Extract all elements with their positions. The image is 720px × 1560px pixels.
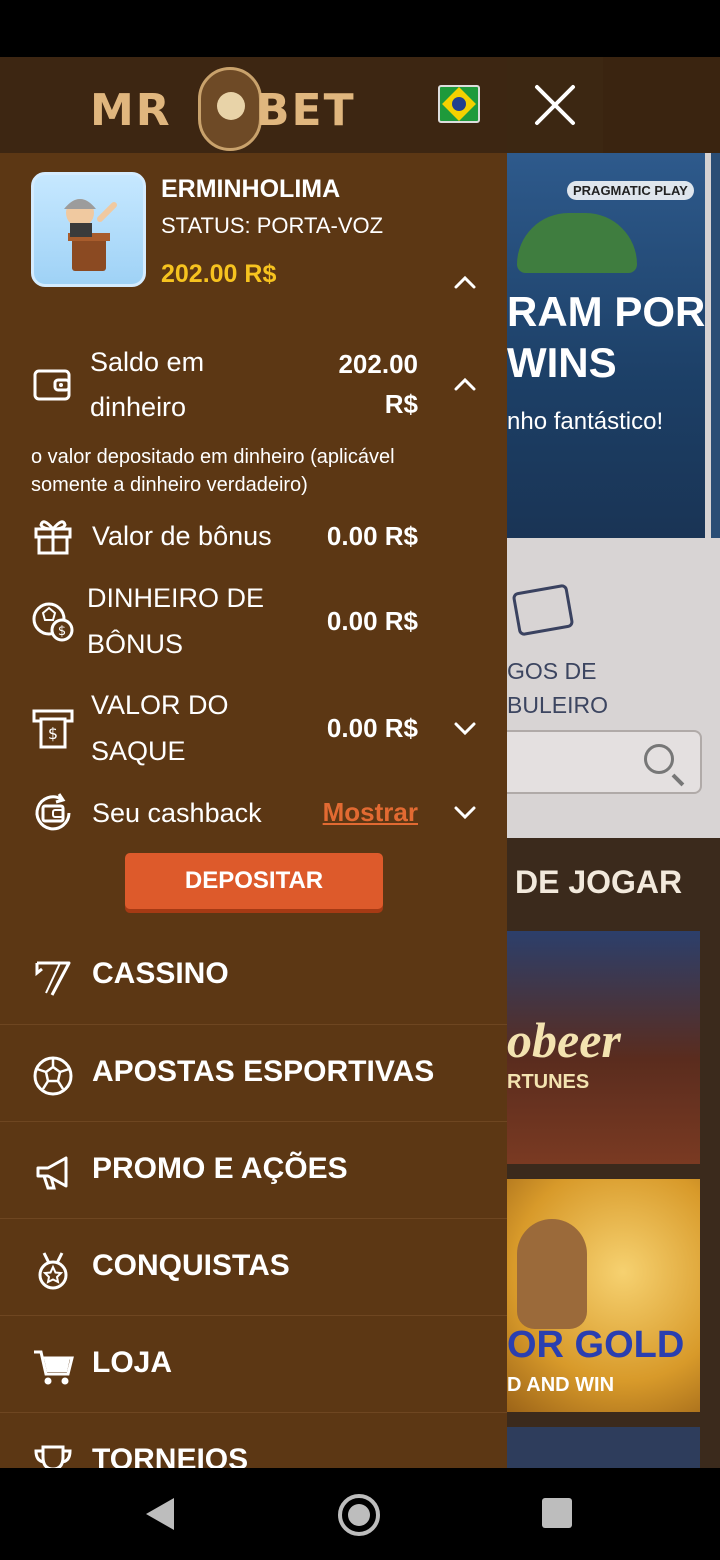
avatar[interactable] <box>31 172 146 287</box>
system-navigation-bar <box>0 1468 720 1560</box>
cash-balance-label-line1: Saldo em <box>90 347 205 377</box>
menu-label: LOJA <box>92 1346 173 1379</box>
cash-balance-value-line2: R$ <box>384 389 418 419</box>
game-tile-1[interactable]: obeer RTUNES <box>507 931 700 1164</box>
language-flag-button[interactable] <box>438 85 480 123</box>
menu-item-tournaments[interactable]: TORNEIOS <box>0 1412 507 1468</box>
game-search-input[interactable] <box>507 730 702 794</box>
user-status: STATUS: PORTA-VOZ <box>161 213 384 238</box>
banner-subtitle: nho fantástico! <box>507 408 664 435</box>
game-subtitle: D AND WIN <box>507 1374 615 1396</box>
chevron-down-icon[interactable] <box>452 803 478 821</box>
menu-label: APOSTAS ESPORTIVAS <box>92 1055 435 1088</box>
menu-item-sports-betting[interactable]: APOSTAS ESPORTIVAS <box>0 1024 507 1121</box>
game-title: OR GOLD <box>507 1324 685 1366</box>
gift-icon <box>34 520 72 555</box>
back-icon[interactable] <box>146 1498 174 1530</box>
menu-label: CASSINO <box>92 957 229 990</box>
show-cashback-link[interactable]: Mostrar <box>318 797 418 828</box>
category-label-line2: BULEIRO <box>507 692 608 718</box>
banner-character <box>517 213 637 273</box>
deposit-button[interactable]: DEPOSITAR <box>125 853 383 909</box>
soccer-ball-icon <box>33 1056 73 1096</box>
flag-globe <box>452 97 466 111</box>
bonus-money-label-line2: BÔNUS <box>87 629 184 659</box>
menu-label: PROMO E AÇÕES <box>92 1152 348 1185</box>
cards-icon <box>511 583 575 637</box>
menu-label: TORNEIOS <box>92 1443 249 1468</box>
menu-label: CONQUISTAS <box>92 1249 290 1282</box>
bonus-value: 0.00 R$ <box>326 521 418 551</box>
game-tile-3[interactable] <box>507 1427 700 1468</box>
side-drawer: MR BET ERMINHOLIMA STATUS: PORTA-VOZ 202… <box>0 57 507 1468</box>
status-bar <box>0 0 720 57</box>
promo-banner[interactable]: PRAGMATIC PLAY RAM POR WINS nho fantásti… <box>507 153 705 538</box>
withdraw-label-line1: VALOR DO <box>91 690 229 720</box>
menu-item-casino[interactable]: CASSINO <box>0 927 507 1024</box>
brand-logo[interactable]: MR BET <box>90 63 420 151</box>
recent-apps-icon[interactable] <box>542 1498 572 1528</box>
game-tile-2[interactable]: OR GOLD D AND WIN <box>507 1179 700 1412</box>
username: ERMINHOLIMA <box>161 175 341 203</box>
chevron-up-icon[interactable] <box>452 375 478 393</box>
chevron-up-icon[interactable] <box>452 273 478 291</box>
home-icon[interactable] <box>338 1494 380 1536</box>
search-icon[interactable] <box>644 744 674 774</box>
cash-balance-note: o valor depositado em dinheiro (aplicáve… <box>31 446 395 496</box>
menu-item-achievements[interactable]: CONQUISTAS <box>0 1218 507 1315</box>
game-title: obeer <box>507 1012 621 1068</box>
cash-balance-label-line2: dinheiro <box>90 392 187 422</box>
menu-item-shop[interactable]: LOJA <box>0 1315 507 1412</box>
game-subtitle: RTUNES <box>507 1071 590 1093</box>
svg-text:$: $ <box>48 724 58 743</box>
cashback-label: Seu cashback <box>92 798 262 828</box>
withdraw-icon: $ <box>32 709 74 749</box>
withdraw-label-line2: SAQUE <box>91 736 186 766</box>
seven-icon <box>35 961 71 996</box>
megaphone-icon <box>36 1156 68 1190</box>
cart-icon <box>34 1350 74 1385</box>
cash-balance-value-line1: 202.00 <box>338 349 418 379</box>
total-balance: 202.00 R$ <box>161 260 277 288</box>
drawer-header: MR BET <box>0 57 507 153</box>
banner-title-line1: RAM POR <box>507 288 705 335</box>
ball-coin-icon: $ <box>32 602 74 642</box>
withdraw-value: 0.00 R$ <box>326 713 418 743</box>
speaker-avatar-icon <box>64 199 117 271</box>
game-character <box>517 1219 587 1329</box>
close-icon <box>535 85 575 125</box>
chevron-down-icon[interactable] <box>452 719 478 737</box>
logo-mascot-icon <box>198 67 262 151</box>
medal-icon <box>38 1252 68 1290</box>
bonus-value-label: Valor de bônus <box>92 521 272 551</box>
trophy-icon <box>34 1445 72 1468</box>
cashback-icon <box>35 793 71 831</box>
svg-text:$: $ <box>58 624 66 639</box>
banner-provider: PRAGMATIC PLAY <box>567 181 694 200</box>
category-label-line1: GOS DE <box>507 658 597 684</box>
logo-text-left: MR <box>90 85 172 136</box>
banner-title-line2: WINS <box>507 339 617 386</box>
logo-text-right: BET <box>256 85 356 136</box>
bonus-money-value: 0.00 R$ <box>326 606 418 636</box>
menu-item-promotions[interactable]: PROMO E AÇÕES <box>0 1121 507 1218</box>
wallet-icon <box>33 369 71 401</box>
bonus-money-label-line1: DINHEIRO DE <box>87 583 265 613</box>
section-title: DE JOGAR <box>515 864 683 900</box>
close-drawer-button[interactable] <box>507 57 603 153</box>
next-banner[interactable] <box>711 153 720 538</box>
